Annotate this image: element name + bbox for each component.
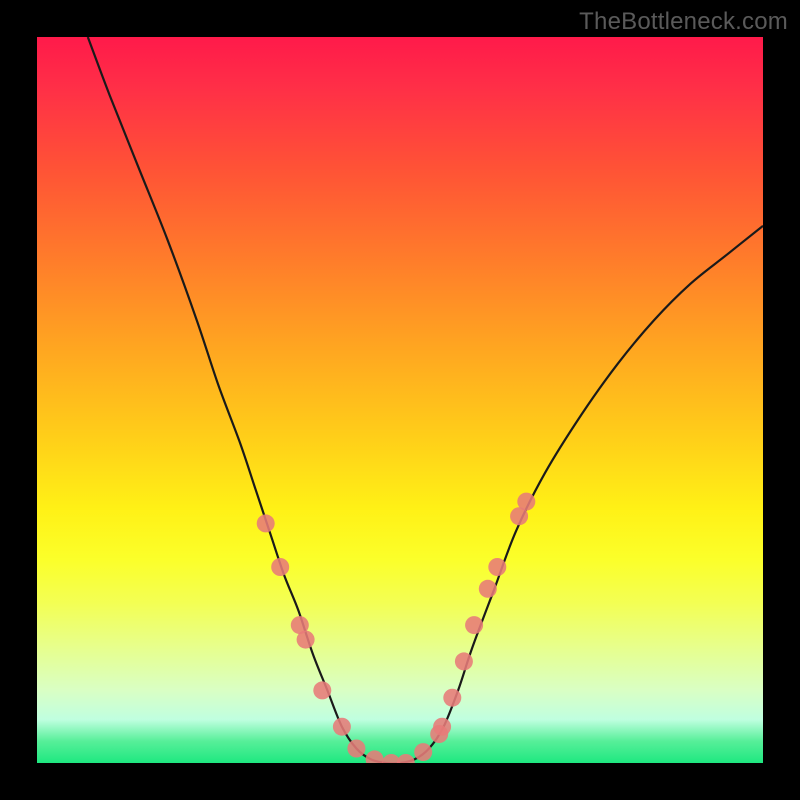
data-marker xyxy=(257,514,275,532)
data-marker xyxy=(333,718,351,736)
watermark-text: TheBottleneck.com xyxy=(579,8,788,36)
chart-frame: TheBottleneck.com xyxy=(0,0,800,800)
data-marker xyxy=(313,681,331,699)
data-marker xyxy=(347,740,365,758)
data-marker xyxy=(465,616,483,634)
data-marker xyxy=(297,631,315,649)
plot-area xyxy=(37,37,763,763)
data-marker xyxy=(366,750,384,763)
data-marker xyxy=(479,580,497,598)
data-marker xyxy=(433,718,451,736)
data-marker xyxy=(517,493,535,511)
data-marker xyxy=(455,652,473,670)
data-marker xyxy=(414,743,432,761)
bottleneck-curve xyxy=(88,37,763,763)
data-marker xyxy=(488,558,506,576)
bottleneck-curve-svg xyxy=(37,37,763,763)
data-marker xyxy=(397,754,415,763)
data-markers xyxy=(257,493,536,763)
data-marker xyxy=(271,558,289,576)
data-marker xyxy=(443,689,461,707)
